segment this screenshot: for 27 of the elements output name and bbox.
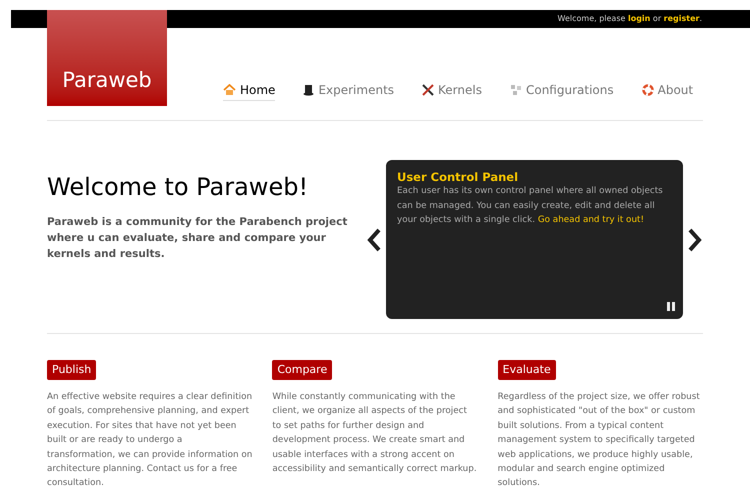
feature-title: Evaluate [498, 360, 556, 380]
or-text: or [652, 13, 662, 25]
slide-text: Each user has its own control panel where all owned objects can be managed. You can easily create, edit and delete all your objects with a single click. Go ahead and try it out! [397, 185, 664, 227]
nav-tab[interactable]: About [642, 81, 694, 101]
house-icon [223, 84, 236, 96]
nav-tab[interactable]: Kernels [422, 81, 482, 101]
tools-icon [422, 84, 434, 96]
feature-text: An effective website requires a clear definition of goals, comprehensive planning, and expert execution. For sites that have not yet been built or are ready to undergo a transformation, we can provide information on architecture planning. Contact us for a free consultation. [47, 391, 252, 490]
hero-title: Welcome to Paraweb! [47, 172, 310, 202]
lifebuoy-icon [642, 84, 654, 96]
feature-text: While constantly communicating with the client, we organize all aspects of the project to set paths for further design and development process. We create smart and usable interfaces with a strong accent on accessibility and semantically correct markup. [272, 391, 478, 476]
slide-title: User Control Panel [397, 170, 520, 184]
hat-icon [303, 84, 314, 96]
nav-tab[interactable]: Experiments [303, 81, 394, 101]
register-link[interactable]: register [664, 13, 700, 25]
feature-title: Publish [47, 360, 96, 380]
logo[interactable]: Paraweb [47, 10, 167, 106]
slide-link[interactable]: Go ahead and try it out! [538, 215, 644, 225]
nav-tab[interactable]: Configurations [510, 81, 614, 101]
feature-text: Regardless of the project size, we offer robust and sophisticated "out of the box" or custom built solutions. From a typical content management system to specifically targeted web applications, we produce highly usable, modular and search engine optimized solutions. [498, 391, 701, 490]
nav-tab[interactable]: Home [223, 81, 276, 101]
hero-lead: Paraweb is a community for the Parabench project where u can evaluate, share and compare your kernels and results. [47, 215, 348, 262]
period-text: . [699, 13, 702, 25]
feature-title: Compare [272, 360, 332, 380]
welcome-text: Welcome, please [558, 13, 626, 25]
pause-icon[interactable] [667, 302, 675, 311]
login-link[interactable]: login [628, 13, 650, 25]
